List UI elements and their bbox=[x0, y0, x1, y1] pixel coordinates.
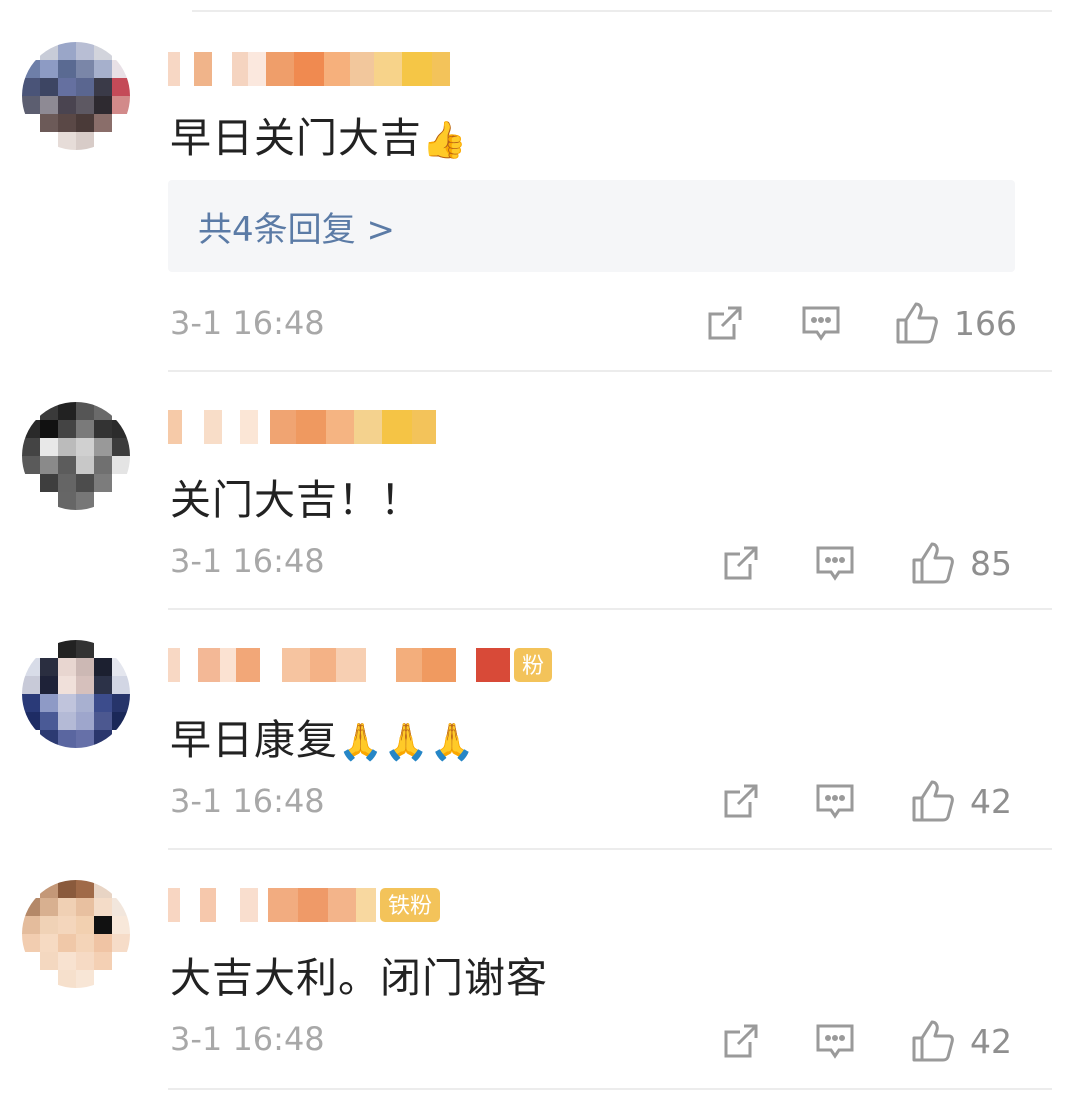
comment-text: 早日康复🙏🙏🙏 bbox=[170, 706, 475, 766]
comment-icon bbox=[802, 306, 840, 341]
share-icon bbox=[724, 546, 758, 580]
timestamp: 3-1 16:48 bbox=[170, 782, 325, 820]
comment-button[interactable] bbox=[814, 1020, 856, 1062]
thumbs-up-icon bbox=[912, 1020, 954, 1062]
share-icon bbox=[708, 306, 742, 340]
timestamp: 3-1 16:48 bbox=[170, 304, 325, 342]
like-count: 85 bbox=[970, 543, 1012, 583]
avatar[interactable] bbox=[22, 42, 130, 150]
replies-label: 共4条回复 > bbox=[198, 209, 395, 250]
username[interactable]: 粉 bbox=[168, 642, 553, 688]
like-button[interactable]: 166 bbox=[894, 300, 1017, 346]
divider bbox=[168, 370, 1052, 372]
praying-hands-emoji: 🙏🙏🙏 bbox=[338, 722, 476, 763]
divider bbox=[168, 1088, 1052, 1090]
comment-text: 早日关门大吉👍 bbox=[170, 104, 468, 164]
comment-icon bbox=[816, 784, 854, 819]
like-button[interactable]: 85 bbox=[910, 540, 1012, 586]
comment-text: 大吉大利。闭门谢客 bbox=[170, 944, 548, 1004]
like-count: 166 bbox=[954, 303, 1017, 343]
comment-icon bbox=[816, 1024, 854, 1059]
replies-link[interactable]: 共4条回复 > bbox=[168, 180, 1015, 272]
share-button[interactable] bbox=[720, 780, 762, 822]
share-icon bbox=[724, 1024, 758, 1058]
username[interactable] bbox=[168, 404, 436, 450]
like-count: 42 bbox=[970, 781, 1012, 821]
thumbs-up-icon bbox=[912, 542, 954, 584]
avatar[interactable] bbox=[22, 880, 130, 988]
share-button[interactable] bbox=[720, 1020, 762, 1062]
comment-text-body: 早日康复 bbox=[170, 716, 338, 764]
divider bbox=[168, 848, 1052, 850]
timestamp: 3-1 16:48 bbox=[170, 542, 325, 580]
comment-icon bbox=[816, 546, 854, 581]
fan-badge: 粉 bbox=[514, 648, 553, 682]
thumbs-up-emoji: 👍 bbox=[422, 120, 468, 161]
comment-button[interactable] bbox=[814, 542, 856, 584]
username[interactable]: 铁粉 bbox=[168, 882, 441, 928]
divider bbox=[192, 10, 1052, 12]
comment-text: 关门大吉！！ bbox=[170, 466, 422, 526]
iron-fan-badge: 铁粉 bbox=[380, 888, 441, 922]
comment-text-body: 早日关门大吉 bbox=[170, 114, 422, 162]
comment-button[interactable] bbox=[814, 780, 856, 822]
share-button[interactable] bbox=[720, 542, 762, 584]
comment-button[interactable] bbox=[800, 302, 842, 344]
avatar[interactable] bbox=[22, 640, 130, 748]
like-button[interactable]: 42 bbox=[910, 778, 1012, 824]
username[interactable] bbox=[168, 46, 450, 92]
comment-text-body: 大吉大利。闭门谢客 bbox=[170, 954, 548, 1002]
divider bbox=[168, 608, 1052, 610]
comment-text-body: 关门大吉！！ bbox=[170, 476, 422, 524]
share-icon bbox=[724, 784, 758, 818]
like-button[interactable]: 42 bbox=[910, 1018, 1012, 1064]
thumbs-up-icon bbox=[896, 302, 938, 344]
thumbs-up-icon bbox=[912, 780, 954, 822]
comment-list: 早日关门大吉👍 共4条回复 > 3-1 16:48 166 关门大吉！！ 3-1… bbox=[0, 0, 1080, 1098]
share-button[interactable] bbox=[704, 302, 746, 344]
timestamp: 3-1 16:48 bbox=[170, 1020, 325, 1058]
avatar[interactable] bbox=[22, 402, 130, 510]
like-count: 42 bbox=[970, 1021, 1012, 1061]
